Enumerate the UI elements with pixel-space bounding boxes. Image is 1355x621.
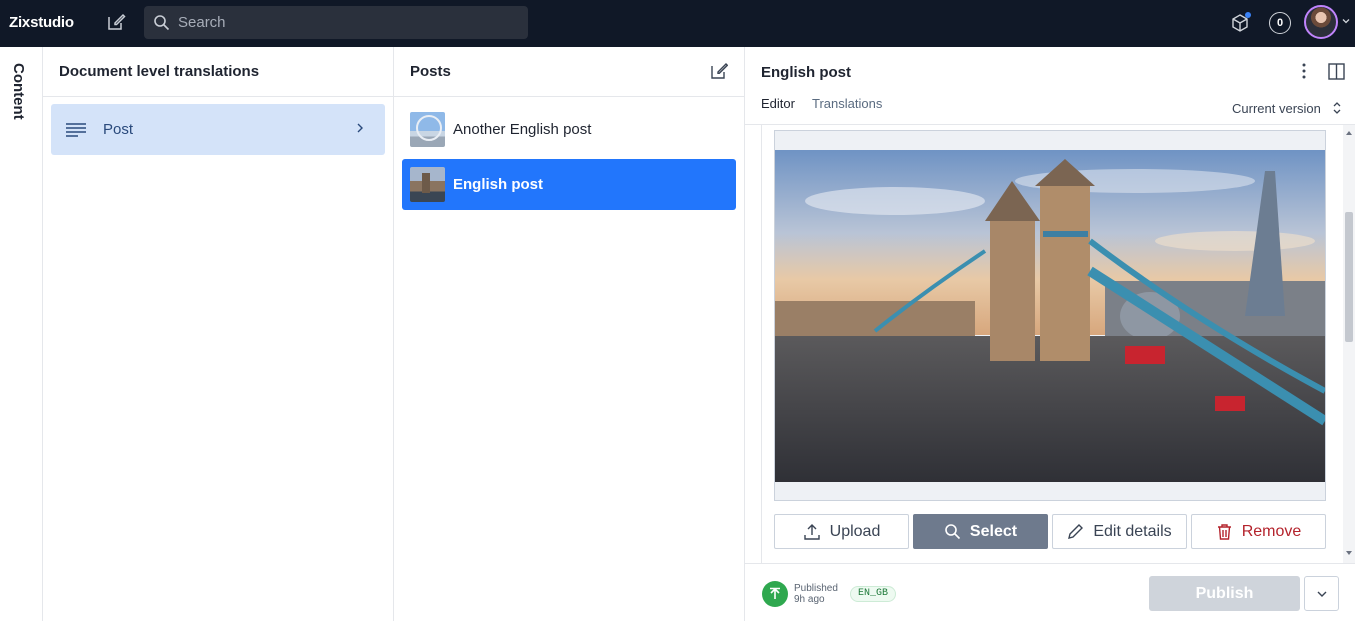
side-rail: Content (0, 47, 43, 621)
tower-bridge-image (775, 131, 1328, 500)
document-editor-pane: English post Editor Translations Current… (745, 47, 1355, 621)
select-button[interactable]: Select (913, 514, 1048, 549)
published-status-icon[interactable] (762, 581, 788, 607)
edit-details-button[interactable]: Edit details (1052, 514, 1187, 549)
notification-count-badge[interactable]: 0 (1269, 12, 1291, 34)
list-item-document[interactable]: Another English post (402, 104, 736, 155)
notification-dot (1245, 12, 1251, 18)
compose-icon[interactable] (106, 12, 126, 32)
search-icon (154, 15, 170, 31)
documents-pane-header: Posts (394, 47, 744, 97)
version-selector[interactable]: Current version (1232, 101, 1321, 116)
list-item-post-type[interactable]: Post (51, 104, 385, 155)
list-item-label: English post (453, 176, 543, 193)
button-label: Select (969, 522, 1018, 540)
scroll-down-icon[interactable] (1345, 549, 1353, 557)
chevron-down-icon (1317, 591, 1326, 597)
button-label: Edit details (1093, 522, 1172, 540)
list-item-label: Another English post (453, 121, 592, 138)
document-lines-icon (66, 122, 86, 137)
locale-badge: EN_GB (850, 586, 897, 602)
documents-pane: Posts Another English post English post (394, 47, 745, 621)
status-time: 9h ago (794, 594, 825, 605)
search-icon (945, 524, 960, 540)
document-footer: Published 9h ago EN_GB Publish (745, 563, 1355, 621)
upload-icon (803, 523, 820, 540)
button-label: Remove (1241, 522, 1302, 540)
tab-editor[interactable]: Editor (761, 96, 795, 111)
scroll-up-icon[interactable] (1345, 129, 1353, 137)
image-field-preview (774, 130, 1328, 501)
trash-icon (1217, 523, 1231, 540)
chevron-right-icon (357, 123, 363, 133)
scrollbar[interactable] (1343, 125, 1355, 563)
create-document-icon[interactable] (710, 62, 728, 80)
status-line: Published (794, 583, 838, 594)
types-pane-header: Document level translations (43, 47, 393, 97)
publish-menu-button[interactable] (1304, 576, 1339, 611)
upload-button[interactable]: Upload (774, 514, 909, 549)
editor-form-scroll-area: Upload Select Edit details Remove (745, 125, 1355, 563)
more-options-icon[interactable] (1295, 62, 1313, 80)
pane-title: Posts (410, 63, 451, 80)
tab-translations[interactable]: Translations (812, 96, 882, 111)
list-item-document-selected[interactable]: English post (402, 159, 736, 210)
remove-button[interactable]: Remove (1191, 514, 1326, 549)
avatar[interactable] (1304, 5, 1338, 39)
publish-status-text: Published 9h ago (794, 583, 838, 605)
types-pane: Document level translations Post (43, 47, 394, 621)
pencil-icon (1068, 524, 1084, 539)
chevron-up-down-icon[interactable] (1332, 100, 1342, 116)
field-group-line (761, 125, 762, 563)
content-tool-label[interactable]: Content (10, 63, 27, 120)
document-thumbnail (410, 112, 445, 147)
button-label: Upload (829, 522, 881, 540)
document-thumbnail (410, 167, 445, 202)
chevron-down-icon[interactable] (1341, 16, 1351, 26)
pane-title: Document level translations (59, 63, 260, 80)
scrollbar-thumb[interactable] (1345, 212, 1353, 342)
search-bar[interactable] (144, 6, 528, 39)
publish-button[interactable]: Publish (1149, 576, 1300, 611)
brand-logo[interactable]: Zixstudio (9, 14, 74, 31)
top-bar: Zixstudio 0 (0, 0, 1355, 47)
split-pane-icon[interactable] (1328, 63, 1345, 80)
document-title: English post (761, 64, 851, 81)
search-input[interactable] (178, 14, 518, 31)
cube-icon[interactable] (1230, 12, 1251, 33)
list-item-label: Post (103, 121, 134, 138)
